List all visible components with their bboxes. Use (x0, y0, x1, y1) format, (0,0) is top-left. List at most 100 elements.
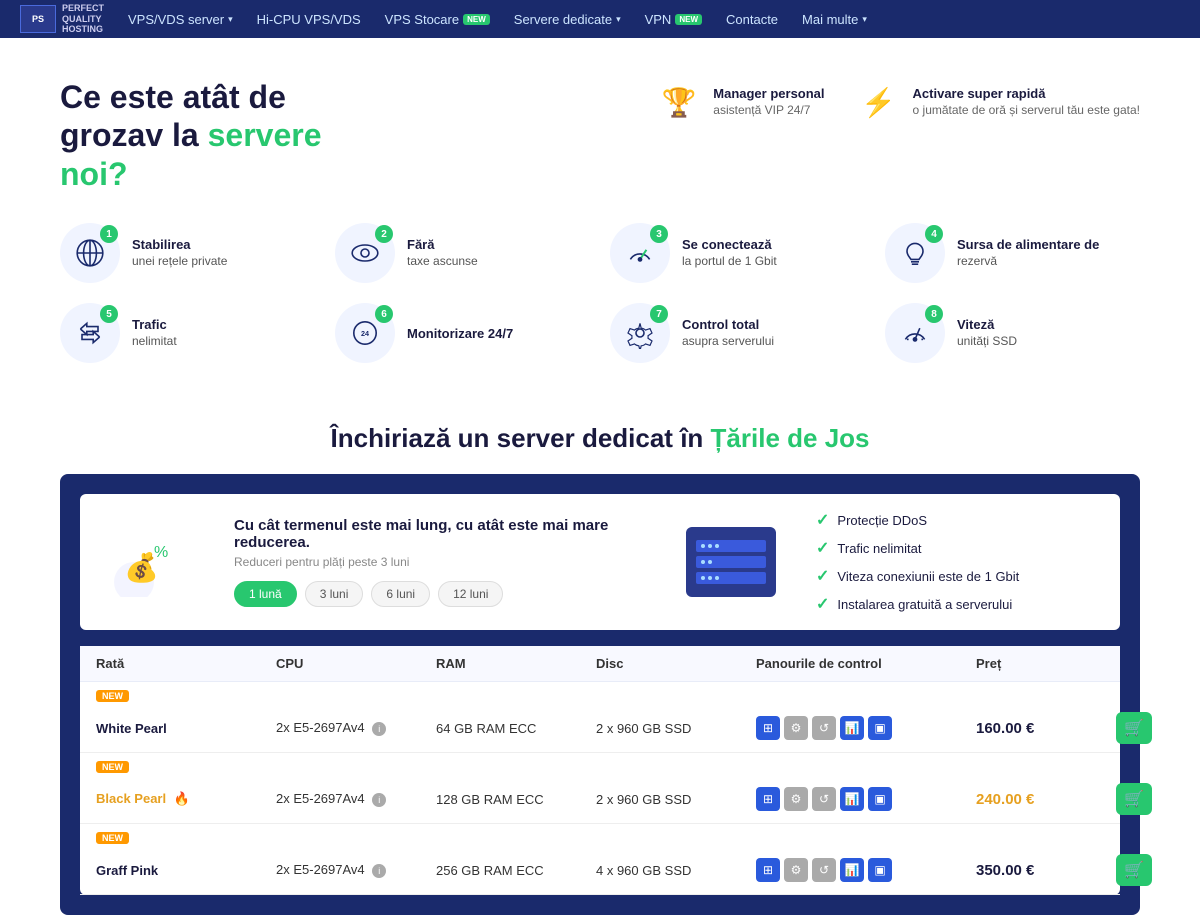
nav-servere-dedicate[interactable]: Servere dedicate ▾ (514, 12, 621, 27)
server-name: White Pearl (96, 721, 276, 736)
info-icon[interactable]: i (372, 793, 386, 807)
navbar: PS PERFECTQUALITYHOSTING VPS/VDS server … (0, 0, 1200, 38)
server-ram: 128 GB RAM ECC (436, 792, 596, 807)
table-row: NEW Graff Pink 2x E5-2697Av4 i 256 GB RA… (80, 824, 1120, 895)
table-row-white-pearl: White Pearl 2x E5-2697Av4 i 64 GB RAM EC… (80, 704, 1120, 752)
feature-item-2: 2 Fără taxe ascunse (335, 223, 590, 283)
add-to-cart-button[interactable]: 🛒 (1116, 783, 1152, 815)
pricing-info: Cu cât termenul este mai lung, cu atât e… (234, 517, 646, 607)
panel-icon-5[interactable]: ▣ (868, 787, 892, 811)
server-disc: 2 x 960 GB SSD (596, 721, 756, 736)
features-grid: 1 Stabilirea unei rețele private 2 Fără … (0, 213, 1200, 393)
hero-feature-activation: ⚡ Activare super rapidă o jumătate de or… (855, 78, 1140, 126)
panel-icon-5[interactable]: ▣ (868, 858, 892, 882)
panel-icon-2[interactable]: ⚙ (784, 858, 808, 882)
server-name: Black Pearl 🔥 (96, 791, 276, 807)
speed-icon: 3 (610, 223, 670, 283)
nav-hicpu[interactable]: Hi-CPU VPS/VDS (257, 12, 361, 27)
period-btn-12luni[interactable]: 12 luni (438, 581, 503, 607)
check-icon: ✓ (816, 566, 829, 586)
arrows-icon: 5 (60, 303, 120, 363)
bulb-icon: 4 (885, 223, 945, 283)
check-icon: ✓ (816, 538, 829, 558)
panel-icons: ⊞ ⚙ ↺ 📊 ▣ (756, 787, 976, 811)
panel-icon-3[interactable]: ↺ (812, 787, 836, 811)
period-btn-6luni[interactable]: 6 luni (371, 581, 430, 607)
feature-item-4: 4 Sursa de alimentare de rezervă (885, 223, 1140, 283)
chevron-down-icon: ▾ (228, 14, 233, 25)
server-ram: 256 GB RAM ECC (436, 863, 596, 878)
feature-item-1: 1 Stabilirea unei rețele private (60, 223, 315, 283)
panel-icon-3[interactable]: ↺ (812, 858, 836, 882)
panel-icon-1[interactable]: ⊞ (756, 858, 780, 882)
panel-icon-4[interactable]: 📊 (840, 716, 864, 740)
panel-icons: ⊞ ⚙ ↺ 📊 ▣ (756, 858, 976, 882)
lightning-icon: ⚡ (855, 78, 903, 126)
period-btn-1luna[interactable]: 1 lună (234, 581, 297, 607)
section-title: Închiriază un server dedicat în Țările d… (0, 393, 1200, 474)
new-badge: NEW (463, 14, 490, 25)
new-badge: NEW (96, 761, 129, 773)
table-row: NEW White Pearl 2x E5-2697Av4 i 64 GB RA… (80, 682, 1120, 753)
perk-viteza: ✓ Viteza conexiunii este de 1 Gbit (816, 566, 1096, 586)
panel-icon-3[interactable]: ↺ (812, 716, 836, 740)
add-to-cart-button[interactable]: 🛒 (1116, 854, 1152, 886)
panel-icon-5[interactable]: ▣ (868, 716, 892, 740)
table-header: Rată CPU RAM Disc Panourile de control P… (80, 646, 1120, 682)
svg-text:%: % (154, 544, 168, 561)
cart-cell: 🛒 (1116, 712, 1176, 744)
svg-text:24: 24 (361, 329, 369, 338)
feature-item-8: 8 Viteză unități SSD (885, 303, 1140, 363)
server-price: 350.00 € (976, 862, 1116, 879)
hero-title: Ce este atât de grozav la servere noi? (60, 78, 615, 193)
feature-item-6: 24 6 Monitorizare 24/7 (335, 303, 590, 363)
server-price: 240.00 € (976, 791, 1116, 808)
trophy-icon: 🏆 (655, 78, 703, 126)
clock-icon: 24 6 (335, 303, 395, 363)
eye-icon: 2 (335, 223, 395, 283)
pricing-section: 💰 % Cu cât termenul este mai lung, cu at… (60, 474, 1140, 915)
period-buttons: 1 lună 3 luni 6 luni 12 luni (234, 581, 646, 607)
hero-left: Ce este atât de grozav la servere noi? (60, 78, 615, 193)
perk-trafic: ✓ Trafic nelimitat (816, 538, 1096, 558)
nav-vpn[interactable]: VPN NEW (645, 12, 702, 27)
logo[interactable]: PS PERFECTQUALITYHOSTING (20, 3, 104, 35)
discount-illustration: 💰 % (104, 527, 194, 597)
feature-item-3: 3 Se conectează la portul de 1 Gbit (610, 223, 865, 283)
period-btn-3luni[interactable]: 3 luni (305, 581, 364, 607)
hero-section: Ce este atât de grozav la servere noi? 🏆… (0, 38, 1200, 213)
server-disc: 4 x 960 GB SSD (596, 863, 756, 878)
pricing-perks: ✓ Protecție DDoS ✓ Trafic nelimitat ✓ Vi… (816, 510, 1096, 614)
add-to-cart-button[interactable]: 🛒 (1116, 712, 1152, 744)
perk-instalare: ✓ Instalarea gratuită a serverului (816, 594, 1096, 614)
server-image (686, 527, 776, 597)
panel-icon-4[interactable]: 📊 (840, 787, 864, 811)
perk-ddos: ✓ Protecție DDoS (816, 510, 1096, 530)
logo-text: PERFECTQUALITYHOSTING (62, 3, 104, 35)
nav-vps-stocare[interactable]: VPS Stocare NEW (385, 12, 490, 27)
cart-cell: 🛒 (1116, 783, 1176, 815)
server-price: 160.00 € (976, 720, 1116, 737)
check-icon: ✓ (816, 510, 829, 530)
hero-right: 🏆 Manager personal asistență VIP 24/7 ⚡ … (655, 78, 1140, 126)
info-icon[interactable]: i (372, 722, 386, 736)
nav-contacte[interactable]: Contacte (726, 12, 778, 27)
panel-icon-2[interactable]: ⚙ (784, 787, 808, 811)
check-icon: ✓ (816, 594, 829, 614)
nav-vps-vds[interactable]: VPS/VDS server ▾ (128, 12, 233, 27)
server-cpu: 2x E5-2697Av4 i (276, 720, 436, 736)
server-name: Graff Pink (96, 863, 276, 878)
panel-icon-1[interactable]: ⊞ (756, 787, 780, 811)
speedometer-icon: 8 (885, 303, 945, 363)
hero-feature-manager: 🏆 Manager personal asistență VIP 24/7 (655, 78, 824, 126)
new-badge: NEW (675, 14, 702, 25)
info-icon[interactable]: i (372, 864, 386, 878)
pricing-top: 💰 % Cu cât termenul este mai lung, cu at… (80, 494, 1120, 630)
network-icon: 1 (60, 223, 120, 283)
panel-icon-1[interactable]: ⊞ (756, 716, 780, 740)
cart-cell: 🛒 (1116, 854, 1176, 886)
logo-box: PS (20, 5, 56, 33)
nav-mai-multe[interactable]: Mai multe ▾ (802, 12, 867, 27)
panel-icon-4[interactable]: 📊 (840, 858, 864, 882)
panel-icon-2[interactable]: ⚙ (784, 716, 808, 740)
